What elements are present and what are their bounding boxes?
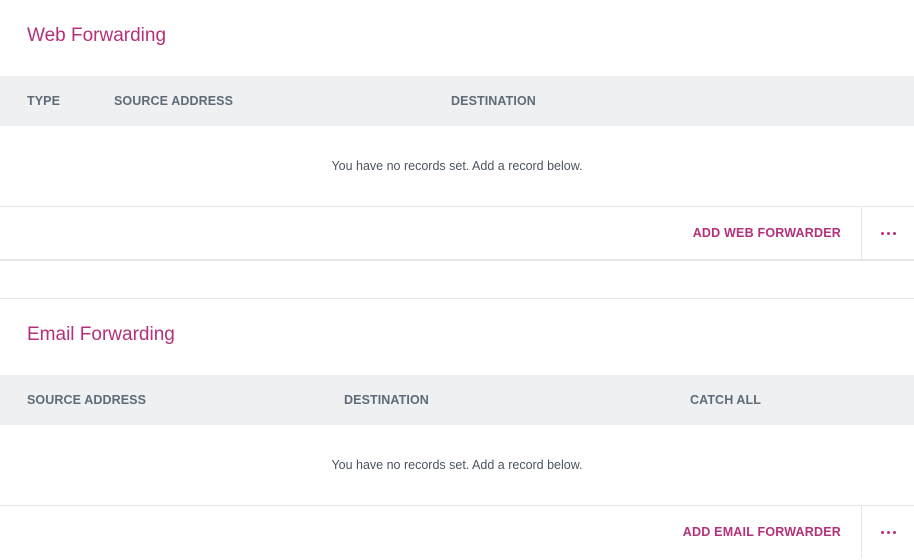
web-forwarding-title: Web Forwarding (27, 25, 167, 46)
email-forwarding-table-header: SOURCE ADDRESS DESTINATION CATCH ALL (0, 375, 914, 425)
email-forwarding-more-button[interactable] (861, 506, 914, 558)
add-web-forwarder-button[interactable]: ADD WEB FORWARDER (693, 207, 861, 259)
web-forwarding-actions: ADD WEB FORWARDER (0, 207, 914, 259)
add-email-forwarder-button[interactable]: ADD EMAIL FORWARDER (683, 506, 861, 558)
email-forwarding-section: Email Forwarding SOURCE ADDRESS DESTINAT… (0, 299, 914, 558)
web-forwarding-more-button[interactable] (861, 207, 914, 259)
web-forwarding-section: Web Forwarding TYPE SOURCE ADDRESS DESTI… (0, 0, 914, 259)
column-header-destination: DESTINATION (344, 393, 429, 407)
more-dots-icon (880, 231, 896, 235)
email-forwarding-actions: ADD EMAIL FORWARDER (0, 506, 914, 558)
email-forwarding-empty-message: You have no records set. Add a record be… (0, 425, 914, 506)
section-divider (0, 259, 914, 299)
more-dots-icon (880, 530, 896, 534)
column-header-catch-all: CATCH ALL (690, 393, 762, 407)
column-header-type: TYPE (27, 94, 61, 108)
email-forwarding-title: Email Forwarding (27, 324, 175, 345)
column-header-destination: DESTINATION (451, 94, 536, 108)
web-forwarding-table-header: TYPE SOURCE ADDRESS DESTINATION (0, 76, 914, 126)
web-forwarding-empty-message: You have no records set. Add a record be… (0, 126, 914, 207)
column-header-source-address: SOURCE ADDRESS (114, 94, 234, 108)
column-header-source-address: SOURCE ADDRESS (27, 393, 147, 407)
